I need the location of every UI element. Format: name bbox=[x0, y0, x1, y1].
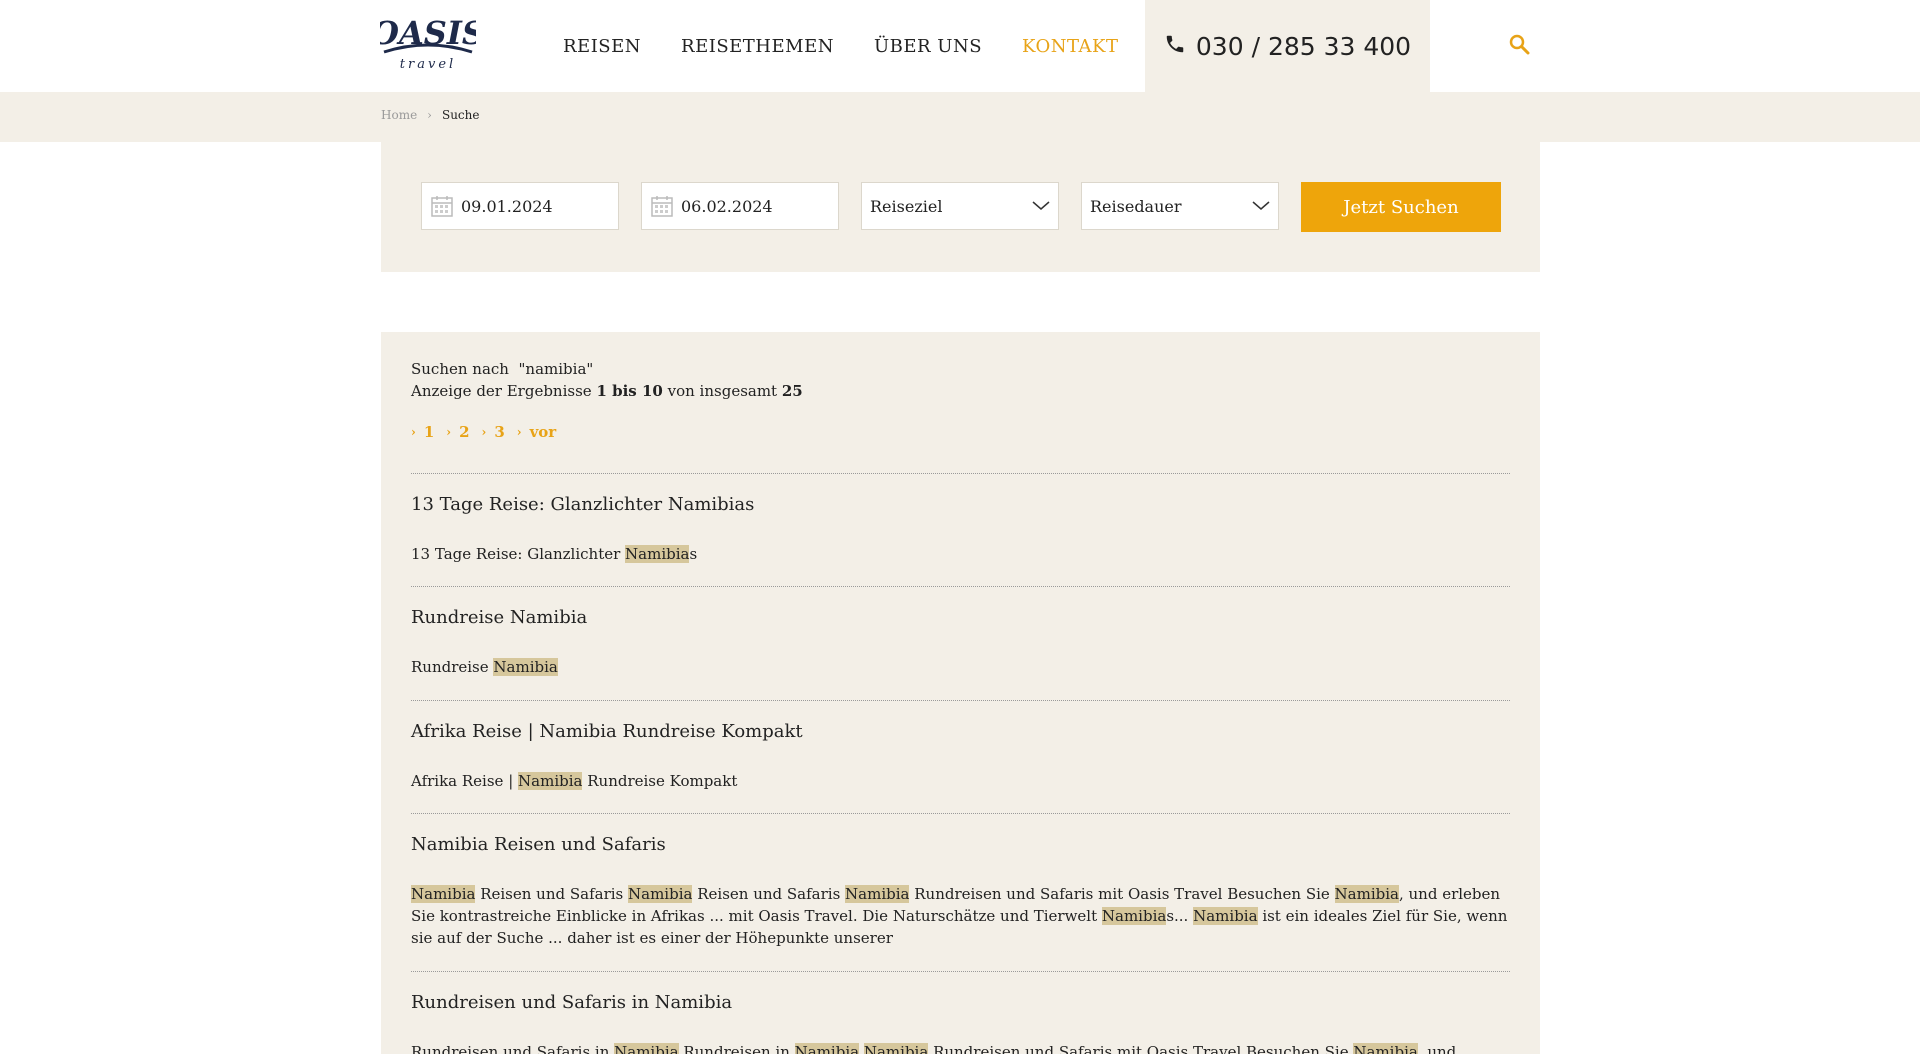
result-count: Anzeige der Ergebnisse 1 bis 10 von insg… bbox=[411, 382, 803, 400]
date-from-value: 09.01.2024 bbox=[461, 196, 553, 216]
destination-select[interactable]: Reiseziel bbox=[861, 182, 1059, 230]
phone-icon bbox=[1164, 33, 1186, 59]
calendar-icon bbox=[431, 196, 453, 217]
divider bbox=[411, 473, 1510, 474]
calendar-icon bbox=[651, 196, 673, 217]
search-results: Suchen nach "namibia" Anzeige der Ergebn… bbox=[381, 332, 1540, 1054]
chevron-down-icon bbox=[1252, 201, 1270, 210]
result-title[interactable]: Afrika Reise | Namibia Rundreise Kompakt bbox=[411, 721, 803, 742]
nav-reisen[interactable]: REISEN bbox=[563, 36, 641, 57]
divider bbox=[411, 700, 1510, 701]
page-link-3[interactable]: › 3 bbox=[482, 423, 505, 441]
count-mid: von insgesamt bbox=[667, 382, 778, 400]
search-submit-button[interactable]: Jetzt Suchen bbox=[1301, 182, 1501, 232]
destination-value: Reiseziel bbox=[870, 196, 943, 216]
svg-text:travel: travel bbox=[400, 57, 456, 72]
phone-box[interactable]: 030 / 285 33 400 bbox=[1145, 0, 1430, 92]
query-term: "namibia" bbox=[518, 360, 594, 378]
nav-reisethemen[interactable]: REISETHEMEN bbox=[681, 36, 834, 57]
divider bbox=[411, 586, 1510, 587]
duration-select[interactable]: Reisedauer bbox=[1081, 182, 1279, 230]
pagination: › 1 › 2 › 3 › vor bbox=[411, 423, 556, 441]
result-snippet: 13 Tage Reise: Glanzlichter Namibias bbox=[411, 545, 698, 563]
query-prefix: Suchen nach bbox=[411, 360, 509, 378]
result-title[interactable]: Rundreise Namibia bbox=[411, 607, 587, 628]
page-label: 1 bbox=[423, 423, 435, 441]
result-title[interactable]: Rundreisen und Safaris in Namibia bbox=[411, 992, 732, 1013]
date-to-value: 06.02.2024 bbox=[681, 196, 773, 216]
search-panel: 09.01.2024 06.02.2024 Reiseziel Reisedau… bbox=[381, 142, 1540, 272]
breadcrumb-home[interactable]: Home bbox=[381, 108, 417, 122]
page-label: 2 bbox=[459, 423, 470, 441]
result-snippet: Afrika Reise | Namibia Rundreise Kompakt bbox=[411, 772, 738, 790]
page-link-2[interactable]: › 2 bbox=[446, 423, 469, 441]
result-snippet: Rundreise Namibia bbox=[411, 658, 558, 676]
nav-kontakt[interactable]: KONTAKT bbox=[1022, 36, 1118, 57]
duration-value: Reisedauer bbox=[1090, 196, 1182, 216]
page-label: vor bbox=[529, 423, 557, 441]
breadcrumb-band bbox=[0, 92, 1920, 142]
date-to-field[interactable]: 06.02.2024 bbox=[641, 182, 839, 230]
page-link-next[interactable]: › vor bbox=[517, 423, 556, 441]
count-prefix: Anzeige der Ergebnisse bbox=[411, 382, 592, 400]
chevron-right-icon: › bbox=[427, 108, 432, 122]
date-from-field[interactable]: 09.01.2024 bbox=[421, 182, 619, 230]
result-title[interactable]: 13 Tage Reise: Glanzlichter Namibias bbox=[411, 494, 754, 515]
phone-number: 030 / 285 33 400 bbox=[1195, 31, 1412, 61]
result-snippet: Rundreisen und Safaris in Namibia Rundre… bbox=[411, 1041, 1510, 1054]
oasis-travel-logo[interactable]: OASIS travel bbox=[380, 12, 476, 72]
count-range: 1 bis 10 bbox=[596, 382, 663, 400]
chevron-down-icon bbox=[1032, 201, 1050, 210]
nav-ueber-uns[interactable]: ÜBER UNS bbox=[874, 36, 982, 57]
result-title[interactable]: Namibia Reisen und Safaris bbox=[411, 834, 666, 855]
chevron-right-icon: › bbox=[446, 425, 452, 439]
chevron-right-icon: › bbox=[411, 425, 416, 439]
breadcrumb-current: Suche bbox=[441, 108, 480, 122]
breadcrumb: Home › Suche bbox=[381, 108, 479, 122]
site-header: OASIS travel REISEN REISETHEMEN ÜBER UNS… bbox=[0, 0, 1920, 92]
divider bbox=[411, 813, 1510, 814]
page-label: 3 bbox=[494, 423, 505, 441]
page-link-1[interactable]: › 1 bbox=[411, 423, 434, 441]
chevron-right-icon: › bbox=[481, 425, 487, 439]
query-line: Suchen nach "namibia" bbox=[411, 360, 593, 378]
count-total: 25 bbox=[781, 382, 803, 400]
main-nav: REISEN REISETHEMEN ÜBER UNS KONTAKT bbox=[563, 0, 1118, 92]
search-icon[interactable] bbox=[1508, 33, 1534, 59]
chevron-right-icon: › bbox=[516, 425, 522, 439]
divider bbox=[411, 971, 1510, 972]
result-snippet: Namibia Reisen und Safaris Namibia Reise… bbox=[411, 885, 1508, 947]
